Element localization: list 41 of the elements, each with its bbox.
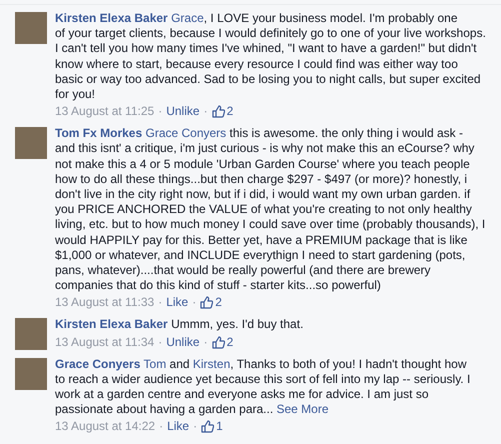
comment-timestamp: 13 August at 11:34 bbox=[55, 334, 154, 351]
see-more-link[interactable]: See More bbox=[276, 402, 329, 416]
separator-dot: · bbox=[204, 334, 208, 351]
separator-dot: · bbox=[193, 418, 198, 436]
thumbs-up-icon bbox=[212, 336, 225, 349]
mention-link[interactable]: Grace bbox=[171, 11, 204, 25]
author-link[interactable]: Kirsten Elexa Baker bbox=[55, 317, 168, 332]
mention-link[interactable]: Grace Conyers bbox=[145, 126, 226, 140]
like-count[interactable]: 2 bbox=[215, 293, 222, 312]
separator-dot: · bbox=[192, 294, 196, 312]
comment-timestamp: 13 August at 11:33 bbox=[55, 294, 154, 312]
comment-timestamp: 13 August at 11:25 bbox=[55, 103, 154, 120]
like-link[interactable]: Like bbox=[166, 293, 188, 312]
like-link[interactable]: Unlike bbox=[166, 332, 200, 352]
like-count[interactable]: 2 bbox=[226, 332, 234, 352]
separator-dot: · bbox=[158, 334, 162, 351]
thumbs-up-icon bbox=[201, 420, 214, 434]
thumbs-up-icon bbox=[212, 105, 225, 118]
like-link[interactable]: Like bbox=[167, 417, 190, 436]
avatar-photo[interactable] bbox=[15, 12, 47, 44]
mention-link[interactable]: Tom bbox=[144, 356, 166, 371]
avatar-photo[interactable] bbox=[15, 318, 47, 350]
separator-dot: · bbox=[158, 103, 162, 120]
comment-timestamp: 13 August at 14:22 bbox=[55, 418, 156, 436]
separator-dot: · bbox=[204, 103, 208, 120]
separator-dot: · bbox=[159, 418, 164, 436]
comment-text: Kirsten Elexa Baker Grace, I LOVE your business model. I'm probably one of your target clients, because I would definitely go to one of your live workshops. I can't tell you how many times I've whined, "I want to have a garden!" but didn't know where to start, because every resource I could find was either way too basic or way too advanced. Sad to be losing you to night calls, but super excited for you! bbox=[55, 11, 486, 102]
author-link[interactable]: Tom Fx Morkes bbox=[55, 126, 142, 140]
avatar-photo[interactable] bbox=[15, 358, 47, 390]
author-link[interactable]: Grace Conyers bbox=[55, 356, 140, 371]
like-count[interactable]: 2 bbox=[226, 102, 234, 122]
comment-text: Tom Fx Morkes Grace Conyers this is awesome. the only thing i would ask - and this isnt' a critique, i'm just curious - is why not make this an eCourse? why not make this a 4 or 5 module 'Urban Garden Course' where you teach people how to do all these things...but then charge $297 - $497 (or more)? honestly, i don't live in the city right now, but if i did, i would want my own urban garden. if you PRICE ANCHORED the VALUE of what you're creating to not only healthy living, etc. but to how much money I could save over time (probably thousands), I would HAPPILY pay for this. Better yet, have a PREMIUM package that is like $1,000 or whatever, and INCLUDE everythign I need to start gardening (pots, pans, whatever)....that would be really powerful (and there are brewery companies that do this kind of stuff - starter kits...so powerful) bbox=[55, 126, 486, 294]
separator-dot: · bbox=[158, 294, 162, 312]
author-link[interactable]: Kirsten Elexa Baker bbox=[55, 11, 168, 25]
like-link[interactable]: Unlike bbox=[166, 102, 200, 122]
thumbs-up-icon bbox=[200, 296, 214, 310]
comment-text: Kirsten Elexa Baker Ummm, yes. I'd buy that. bbox=[55, 317, 304, 333]
mention-link[interactable]: Kirsten bbox=[192, 356, 230, 371]
avatar-photo[interactable] bbox=[15, 127, 47, 160]
like-count[interactable]: 1 bbox=[216, 417, 223, 436]
comment-text: Grace Conyers Tom and Kirsten, Thanks to both of you! I hadn't thought how to reach a wider audience yet because this sort of fell into my lap -- seriously. I work at a garden centre and everyone asks me for advice. I am just so passionate about having a garden para... See More bbox=[55, 356, 472, 418]
